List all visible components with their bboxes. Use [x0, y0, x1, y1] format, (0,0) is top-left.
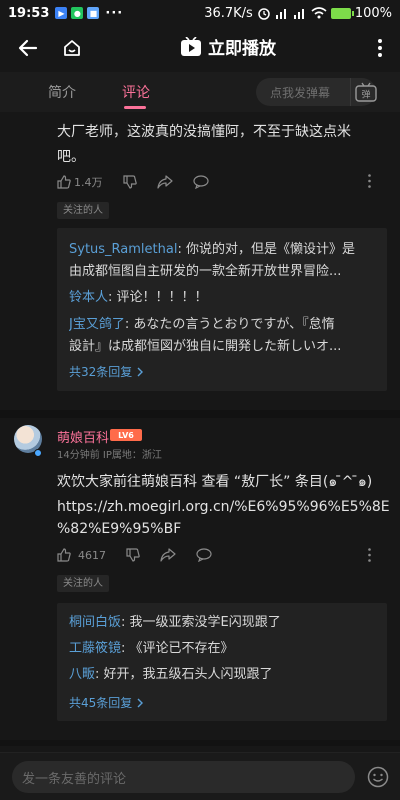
like-count: 4617	[78, 548, 106, 562]
reply-item-cont: 設計』は成都恒図が独自に開発した新しいオ...	[69, 339, 342, 354]
comment-more-button[interactable]	[363, 547, 375, 563]
chevron-right-icon	[137, 367, 144, 376]
more-options-button[interactable]	[370, 34, 390, 62]
reply-username[interactable]: 铃本人	[69, 290, 108, 305]
followed-tag: 关注的人	[57, 575, 109, 592]
play-now-label: 立即播放	[208, 39, 276, 59]
app-notification-icon: ▶	[55, 7, 68, 19]
bottom-comment-bar: 发一条友善的评论	[0, 752, 400, 800]
danmu-icon-label: 弹	[361, 89, 370, 101]
comment-actions: 4617	[57, 548, 212, 562]
reply-preview-box[interactable]: Sytus_Ramlethal: 你说的对，但是《懒设计》是 由成都恒图自主研发…	[57, 228, 387, 391]
reply-item-cont: 由成都恒图自主研发的一款全新开放世界冒险...	[69, 264, 342, 279]
tv-play-icon	[181, 36, 201, 56]
reply-item[interactable]: Sytus_Ramlethal: 你说的对，但是《懒设计》是	[69, 239, 355, 261]
battery-icon	[330, 7, 354, 19]
reply-text: : 你说的对，但是《懒设计》是	[177, 242, 355, 257]
thumbs-up-icon	[57, 175, 71, 189]
tab-intro[interactable]: 简介	[48, 82, 76, 102]
home-button[interactable]	[58, 34, 86, 62]
reply-item[interactable]: 铃本人: 评论！！！！！	[69, 287, 208, 309]
kebab-icon	[378, 39, 382, 57]
tab-comments[interactable]: 评论	[122, 82, 150, 102]
share-button[interactable]	[160, 548, 176, 562]
arrow-left-icon	[18, 39, 38, 57]
comment-bubble-icon	[196, 548, 212, 562]
app-notification-icon-2: ■	[87, 7, 100, 19]
thumbs-up-icon	[57, 548, 71, 562]
wechat-notification-icon: ●	[71, 7, 84, 19]
comment-username[interactable]: 萌娘百科	[57, 427, 109, 446]
thumbs-down-icon	[122, 175, 137, 189]
reply-username[interactable]: 工藤筱镜	[69, 641, 121, 656]
reply-text: : 评论！！！！！	[108, 290, 208, 305]
verified-badge-icon	[34, 449, 42, 457]
like-button[interactable]: 4617	[57, 548, 106, 562]
reply-button[interactable]	[192, 175, 209, 189]
reply-button[interactable]	[196, 548, 212, 562]
dislike-button[interactable]	[126, 548, 140, 562]
comment-input[interactable]: 发一条友善的评论	[12, 761, 355, 793]
view-more-replies-link[interactable]: 共45条回复	[69, 694, 144, 711]
comment-text-line: 吧。	[57, 149, 85, 165]
comment-bubble-icon	[192, 175, 209, 189]
kebab-icon	[367, 174, 371, 188]
reply-item[interactable]: 桐间白饭: 我一级亚索没学E闪现跟了	[69, 612, 281, 634]
reply-username[interactable]: 八畈	[69, 667, 95, 682]
signal-icon	[275, 9, 286, 19]
thumbs-down-icon	[126, 548, 140, 562]
emoji-icon[interactable]	[367, 766, 389, 788]
play-now-button[interactable]: 立即播放	[180, 34, 276, 59]
chevron-right-icon	[137, 698, 144, 707]
wifi-icon	[311, 7, 327, 19]
reply-preview-box[interactable]: 桐间白饭: 我一级亚索没学E闪现跟了 工藤筱镜: 《评论已不存在》 八畈: 好开…	[57, 603, 387, 721]
home-icon	[64, 40, 80, 56]
reply-text: : あなたの言うとおりですが、『怠惰	[124, 317, 335, 332]
kebab-icon	[367, 548, 371, 562]
share-icon	[156, 175, 173, 189]
tab-active-indicator	[124, 106, 146, 109]
like-count: 1.4万	[74, 176, 103, 189]
share-icon	[160, 548, 176, 562]
status-time: 19:53	[8, 5, 50, 21]
view-more-replies-link[interactable]: 共32条回复	[69, 363, 144, 380]
reply-username[interactable]: 桐间白饭	[69, 615, 121, 630]
reply-text: : 《评论已不存在》	[121, 641, 234, 656]
comment-actions: 1.4万	[57, 174, 209, 190]
network-speed: 36.7K/s	[204, 5, 253, 21]
reply-text: : 我一级亚索没学E闪现跟了	[121, 615, 281, 630]
more-replies-label: 共32条回复	[69, 365, 133, 379]
share-button[interactable]	[156, 175, 173, 189]
signal-icon-2	[293, 9, 304, 19]
comment-text-line: 欢饮大家前往萌娘百科 查看 “敖厂长” 条目(๑ ̄^ ̄๑)	[57, 474, 373, 490]
dislike-button[interactable]	[122, 175, 137, 189]
danmu-icon: 弹	[354, 82, 377, 102]
back-button[interactable]	[14, 34, 42, 62]
comment-meta: 14分钟前 IP属地：浙江	[57, 450, 162, 461]
comment-divider	[0, 740, 400, 746]
comment-text-line: 大厂老师，这波真的没搞懂阿，不至于缺这点米	[57, 124, 351, 140]
top-bar: 立即播放	[0, 26, 400, 70]
comment-divider	[0, 410, 400, 418]
danmu-toggle-button[interactable]: 弹	[350, 78, 380, 106]
reply-item[interactable]: 工藤筱镜: 《评论已不存在》	[69, 638, 234, 660]
level-badge: LV6	[110, 429, 142, 441]
comment-link-line[interactable]: %82%E9%95%BF	[57, 517, 181, 542]
reply-text: : 好开，我五级石头人闪现跟了	[95, 667, 273, 682]
comment-more-button[interactable]	[363, 173, 375, 189]
reply-item[interactable]: J宝又鸽了: あなたの言うとおりですが、『怠惰	[69, 314, 335, 336]
like-button[interactable]: 1.4万	[57, 174, 103, 190]
reply-username[interactable]: Sytus_Ramlethal	[69, 242, 177, 257]
more-replies-label: 共45条回复	[69, 696, 133, 710]
more-notifications-icon: ···	[105, 5, 124, 21]
reply-username[interactable]: J宝又鸽了	[69, 317, 125, 332]
battery-level: 100%	[354, 5, 392, 21]
reply-item[interactable]: 八畈: 好开，我五级石头人闪现跟了	[69, 664, 273, 686]
alarm-icon	[258, 8, 270, 20]
followed-tag: 关注的人	[57, 202, 109, 219]
status-bar: 19:53 ▶ ● ■ ··· 36.7K/s 100%	[0, 0, 400, 26]
